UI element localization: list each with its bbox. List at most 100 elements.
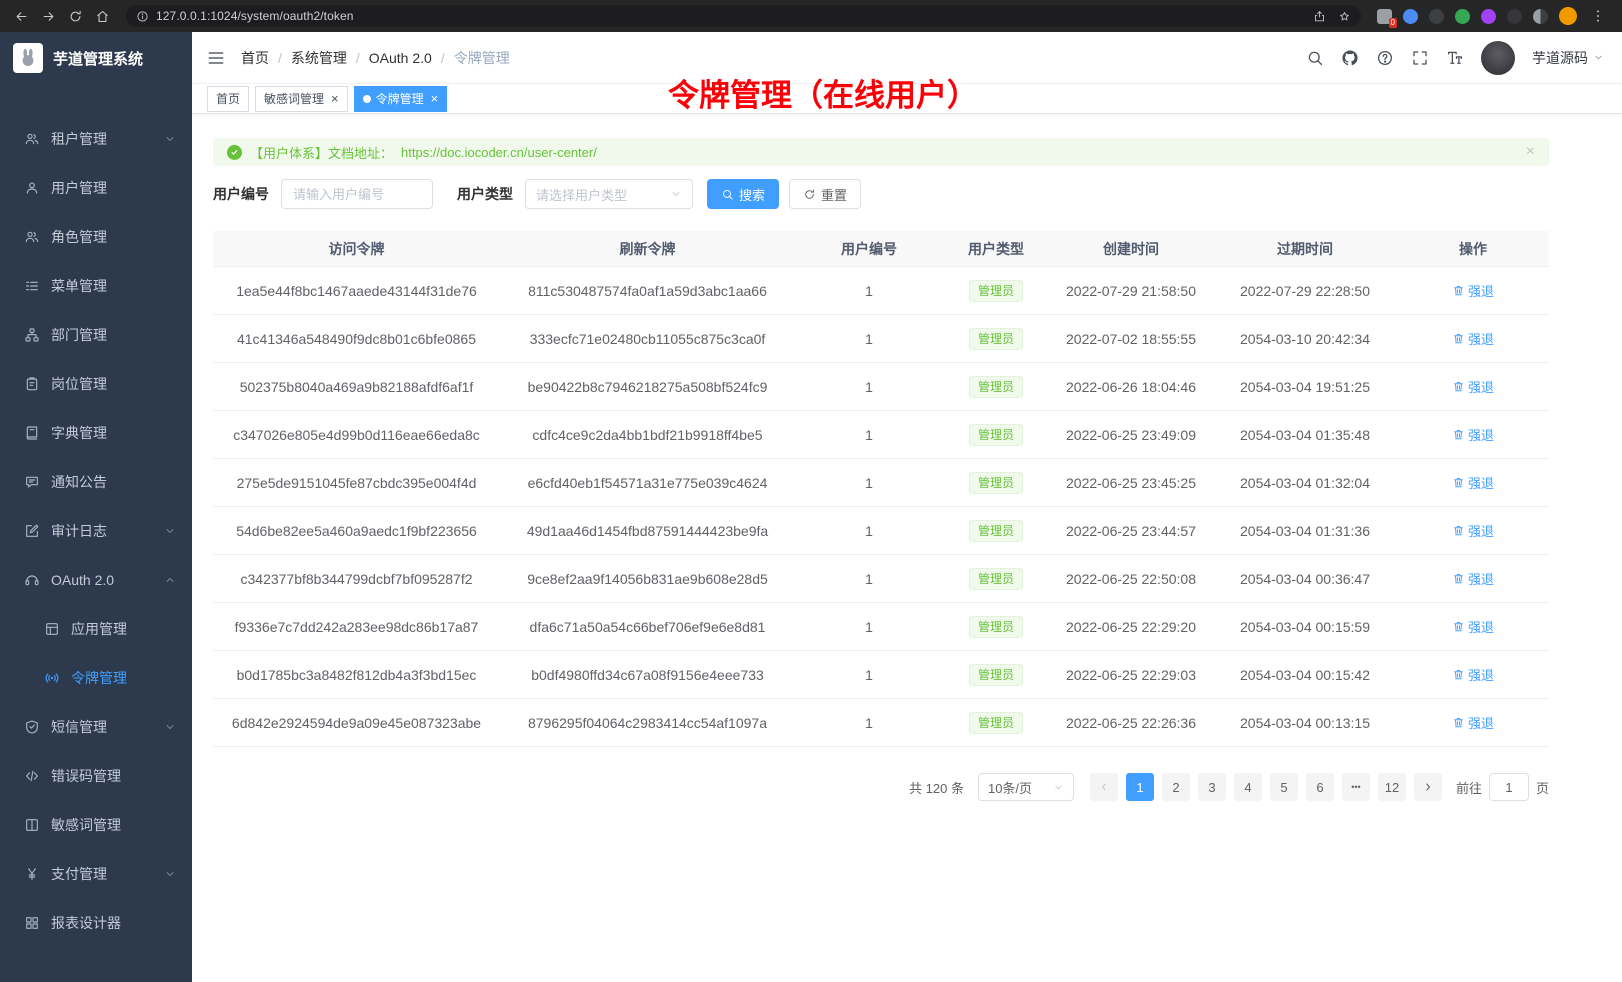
extension-icon[interactable] (1533, 9, 1548, 24)
sidebar-item-role[interactable]: 角色管理 (0, 212, 192, 261)
browser-menu-icon[interactable] (1588, 8, 1608, 24)
font-size-icon[interactable] (1446, 49, 1464, 67)
cell-actions: 强退 (1397, 281, 1549, 300)
close-icon[interactable]: × (331, 92, 339, 105)
force-logout-button[interactable]: 强退 (1452, 329, 1494, 348)
sidebar-item-sensitive-word[interactable]: 敏感词管理 (0, 800, 192, 849)
cell-create-time: 2022-06-25 22:29:03 (1049, 667, 1213, 683)
chevron-down-icon (164, 868, 176, 880)
info-icon[interactable] (136, 10, 149, 23)
sidebar-item-error-code[interactable]: 错误码管理 (0, 751, 192, 800)
sidebar-item-post[interactable]: 岗位管理 (0, 359, 192, 408)
share-icon[interactable] (1313, 10, 1326, 23)
pagination-total: 共 120 条 (909, 778, 964, 797)
breadcrumb-item[interactable]: 首页 (241, 48, 269, 68)
user-menu[interactable]: 芋道源码 (1532, 48, 1604, 68)
tab-sensitive-word[interactable]: 敏感词管理× (255, 86, 348, 112)
breadcrumb-separator: / (278, 50, 282, 66)
sidebar-item-oauth2[interactable]: OAuth 2.0 (0, 555, 192, 604)
github-icon[interactable] (1341, 49, 1359, 67)
cell-user-id: 1 (795, 379, 943, 395)
table-row: 41c41346a548490f9dc8b01c6bfe0865333ecfc7… (213, 315, 1549, 363)
user-type-badge: 管理员 (969, 520, 1023, 542)
reset-button[interactable]: 重置 (789, 179, 861, 209)
sidebar-item-dict[interactable]: 字典管理 (0, 408, 192, 457)
force-logout-button[interactable]: 强退 (1452, 425, 1494, 444)
trash-icon (1452, 716, 1465, 729)
force-logout-button[interactable]: 强退 (1452, 521, 1494, 540)
question-icon[interactable] (1376, 49, 1394, 67)
force-logout-button[interactable]: 强退 (1452, 665, 1494, 684)
breadcrumb-item[interactable]: 令牌管理 (454, 48, 510, 68)
breadcrumb-item[interactable]: OAuth 2.0 (369, 50, 432, 66)
page-button-2[interactable]: 2 (1162, 773, 1190, 801)
extension-icon[interactable] (1455, 9, 1470, 24)
page-button-5[interactable]: 5 (1270, 773, 1298, 801)
page-size-select[interactable]: 10条/页 (978, 773, 1074, 801)
next-page-button[interactable] (1414, 773, 1442, 801)
close-icon[interactable]: × (1526, 144, 1535, 160)
sidebar-item-dept[interactable]: 部门管理 (0, 310, 192, 359)
page-button-3[interactable]: 3 (1198, 773, 1226, 801)
sidebar-item-oauth2-app[interactable]: 应用管理 (0, 604, 192, 653)
trash-icon (1452, 620, 1465, 633)
page-button-4[interactable]: 4 (1234, 773, 1262, 801)
profile-avatar[interactable] (1559, 7, 1577, 25)
tab-token[interactable]: 令牌管理× (354, 86, 448, 112)
sidebar-item-oauth2-token[interactable]: 令牌管理 (0, 653, 192, 702)
page-button-12[interactable]: 12 (1378, 773, 1406, 801)
url-bar[interactable]: 127.0.0.1:1024/system/oauth2/token (126, 5, 1361, 27)
sidebar-item-menu[interactable]: 菜单管理 (0, 261, 192, 310)
cell-create-time: 2022-06-25 22:26:36 (1049, 715, 1213, 731)
user-id-input[interactable] (281, 179, 433, 209)
forward-icon[interactable] (35, 3, 62, 30)
app-logo[interactable]: 芋道管理系统 (0, 32, 192, 84)
extension-icon[interactable]: 0 (1377, 9, 1392, 24)
reload-icon[interactable] (62, 3, 89, 30)
page-more-button[interactable]: ••• (1342, 773, 1370, 801)
user-type-select[interactable]: 请选择用户类型 (525, 179, 693, 209)
goto-page-input[interactable] (1489, 773, 1529, 801)
doc-link[interactable]: https://doc.iocoder.cn/user-center/ (401, 145, 597, 160)
star-icon[interactable] (1338, 10, 1351, 23)
user-avatar[interactable] (1481, 41, 1515, 75)
search-button[interactable]: 搜索 (707, 179, 779, 209)
force-logout-button[interactable]: 强退 (1452, 377, 1494, 396)
cell-actions: 强退 (1397, 521, 1549, 540)
cell-refresh-token: e6cfd40eb1f54571a31e775e039c4624 (500, 475, 795, 491)
extension-icon[interactable] (1481, 9, 1496, 24)
column-header-refresh-token: 刷新令牌 (500, 239, 795, 259)
close-icon[interactable]: × (431, 92, 439, 105)
sidebar-item-report-designer[interactable]: 报表设计器 (0, 898, 192, 947)
breadcrumb-item[interactable]: 系统管理 (291, 48, 347, 68)
extension-icon[interactable] (1507, 9, 1522, 24)
force-logout-button[interactable]: 强退 (1452, 473, 1494, 492)
force-logout-button[interactable]: 强退 (1452, 617, 1494, 636)
home-icon[interactable] (89, 3, 116, 30)
sidebar-item-tenant[interactable]: 租户管理 (0, 114, 192, 163)
prev-page-button[interactable] (1090, 773, 1118, 801)
extension-icon[interactable] (1403, 9, 1418, 24)
headset-icon (24, 572, 40, 588)
fullscreen-icon[interactable] (1411, 49, 1429, 67)
tab-home[interactable]: 首页 (207, 86, 249, 112)
force-logout-button[interactable]: 强退 (1452, 569, 1494, 588)
force-logout-button[interactable]: 强退 (1452, 281, 1494, 300)
back-icon[interactable] (8, 3, 35, 30)
sidebar-item-sms[interactable]: 短信管理 (0, 702, 192, 751)
cell-actions: 强退 (1397, 617, 1549, 636)
sidebar-item-user[interactable]: 用户管理 (0, 163, 192, 212)
force-logout-button[interactable]: 强退 (1452, 713, 1494, 732)
hamburger-icon[interactable] (206, 48, 226, 68)
search-icon[interactable] (1306, 49, 1324, 67)
table-body: 1ea5e44f8bc1467aaede43144f31de76811c5304… (213, 267, 1549, 747)
sidebar-item-pay[interactable]: 支付管理 (0, 849, 192, 898)
sidebar-item-label: 令牌管理 (71, 668, 127, 688)
page-button-1[interactable]: 1 (1126, 773, 1154, 801)
browser-chrome: 127.0.0.1:1024/system/oauth2/token 0 (0, 0, 1622, 32)
sidebar-item-label: 字典管理 (51, 423, 107, 443)
sidebar-item-audit-log[interactable]: 审计日志 (0, 506, 192, 555)
sidebar-item-notice[interactable]: 通知公告 (0, 457, 192, 506)
page-button-6[interactable]: 6 (1306, 773, 1334, 801)
extension-icon[interactable] (1429, 9, 1444, 24)
